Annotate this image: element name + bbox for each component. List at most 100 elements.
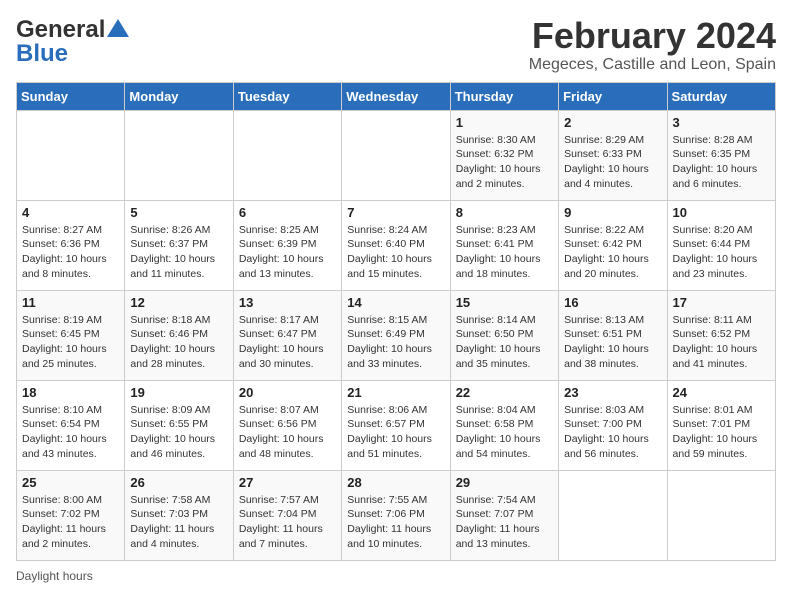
day-number: 25 bbox=[22, 475, 119, 490]
day-number: 22 bbox=[456, 385, 553, 400]
day-info: Sunrise: 8:04 AMSunset: 6:58 PMDaylight:… bbox=[456, 403, 553, 462]
calendar-cell: 12 Sunrise: 8:18 AMSunset: 6:46 PMDayligh… bbox=[125, 290, 233, 380]
calendar-cell: 6 Sunrise: 8:25 AMSunset: 6:39 PMDaylight… bbox=[233, 200, 341, 290]
calendar-cell: 15 Sunrise: 8:14 AMSunset: 6:50 PMDayligh… bbox=[450, 290, 558, 380]
calendar-cell bbox=[125, 110, 233, 200]
day-info: Sunrise: 8:07 AMSunset: 6:56 PMDaylight:… bbox=[239, 403, 336, 462]
day-number: 28 bbox=[347, 475, 444, 490]
day-info: Sunrise: 8:06 AMSunset: 6:57 PMDaylight:… bbox=[347, 403, 444, 462]
calendar-cell: 3Sunrise: 8:28 AMSunset: 6:35 PMDaylight… bbox=[667, 110, 775, 200]
day-info: Sunrise: 8:01 AMSunset: 7:01 PMDaylight:… bbox=[673, 403, 770, 462]
day-number: 5 bbox=[130, 205, 227, 220]
calendar-cell: 7Sunrise: 8:24 AMSunset: 6:40 PMDaylight… bbox=[342, 200, 450, 290]
page-subtitle: Megeces, Castille and Leon, Spain bbox=[529, 56, 776, 74]
day-number: 4 bbox=[22, 205, 119, 220]
calendar-cell: 24 Sunrise: 8:01 AMSunset: 7:01 PMDayligh… bbox=[667, 380, 775, 470]
day-number: 10 bbox=[673, 205, 770, 220]
day-info: Sunrise: 8:00 AMSunset: 7:02 PMDaylight:… bbox=[22, 493, 119, 552]
calendar-cell: 16 Sunrise: 8:13 AMSunset: 6:51 PMDayligh… bbox=[559, 290, 667, 380]
day-number: 17 bbox=[673, 295, 770, 310]
daylight-label: Daylight hours bbox=[16, 569, 93, 583]
day-info: Sunrise: 8:29 AMSunset: 6:33 PMDaylight:… bbox=[564, 133, 661, 192]
day-number: 12 bbox=[130, 295, 227, 310]
day-number: 23 bbox=[564, 385, 661, 400]
week-row-5: 25 Sunrise: 8:00 AMSunset: 7:02 PMDayligh… bbox=[17, 470, 776, 560]
calendar-cell: 14 Sunrise: 8:15 AMSunset: 6:49 PMDayligh… bbox=[342, 290, 450, 380]
day-number: 29 bbox=[456, 475, 553, 490]
day-info: Sunrise: 7:54 AMSunset: 7:07 PMDaylight:… bbox=[456, 493, 553, 552]
day-info: Sunrise: 8:27 AMSunset: 6:36 PMDaylight:… bbox=[22, 223, 119, 282]
calendar-cell: 17Sunrise: 8:11 AMSunset: 6:52 PMDayligh… bbox=[667, 290, 775, 380]
week-row-2: 4 Sunrise: 8:27 AMSunset: 6:36 PMDaylight… bbox=[17, 200, 776, 290]
day-number: 14 bbox=[347, 295, 444, 310]
day-number: 1 bbox=[456, 115, 553, 130]
page-header: General Blue February 2024 Megeces, Cast… bbox=[16, 16, 776, 74]
title-block: February 2024 Megeces, Castille and Leon… bbox=[529, 16, 776, 74]
calendar-cell: 2 Sunrise: 8:29 AMSunset: 6:33 PMDaylight… bbox=[559, 110, 667, 200]
col-header-thursday: Thursday bbox=[450, 82, 558, 110]
day-number: 8 bbox=[456, 205, 553, 220]
page-title: February 2024 bbox=[529, 16, 776, 56]
week-row-3: 11 Sunrise: 8:19 AMSunset: 6:45 PMDayligh… bbox=[17, 290, 776, 380]
day-number: 9 bbox=[564, 205, 661, 220]
day-number: 18 bbox=[22, 385, 119, 400]
footer: Daylight hours bbox=[16, 569, 776, 583]
logo-blue: Blue bbox=[16, 40, 68, 68]
calendar-cell: 29 Sunrise: 7:54 AMSunset: 7:07 PMDayligh… bbox=[450, 470, 558, 560]
calendar-table: SundayMondayTuesdayWednesdayThursdayFrid… bbox=[16, 82, 776, 561]
day-number: 7 bbox=[347, 205, 444, 220]
day-info: Sunrise: 8:15 AMSunset: 6:49 PMDaylight:… bbox=[347, 313, 444, 372]
day-info: Sunrise: 8:18 AMSunset: 6:46 PMDaylight:… bbox=[130, 313, 227, 372]
calendar-cell: 4 Sunrise: 8:27 AMSunset: 6:36 PMDaylight… bbox=[17, 200, 125, 290]
day-info: Sunrise: 8:20 AMSunset: 6:44 PMDaylight:… bbox=[673, 223, 770, 282]
calendar-cell: 19 Sunrise: 8:09 AMSunset: 6:55 PMDayligh… bbox=[125, 380, 233, 470]
day-info: Sunrise: 8:26 AMSunset: 6:37 PMDaylight:… bbox=[130, 223, 227, 282]
calendar-cell: 10 Sunrise: 8:20 AMSunset: 6:44 PMDayligh… bbox=[667, 200, 775, 290]
calendar-cell: 22 Sunrise: 8:04 AMSunset: 6:58 PMDayligh… bbox=[450, 380, 558, 470]
logo: General Blue bbox=[16, 16, 129, 68]
day-info: Sunrise: 8:09 AMSunset: 6:55 PMDaylight:… bbox=[130, 403, 227, 462]
calendar-cell: 8Sunrise: 8:23 AMSunset: 6:41 PMDaylight… bbox=[450, 200, 558, 290]
calendar-cell: 23 Sunrise: 8:03 AMSunset: 7:00 PMDayligh… bbox=[559, 380, 667, 470]
day-number: 6 bbox=[239, 205, 336, 220]
col-header-monday: Monday bbox=[125, 82, 233, 110]
day-number: 3 bbox=[673, 115, 770, 130]
calendar-cell bbox=[342, 110, 450, 200]
calendar-cell: 11 Sunrise: 8:19 AMSunset: 6:45 PMDayligh… bbox=[17, 290, 125, 380]
week-row-1: 1 Sunrise: 8:30 AMSunset: 6:32 PMDaylight… bbox=[17, 110, 776, 200]
calendar-cell: 21 Sunrise: 8:06 AMSunset: 6:57 PMDayligh… bbox=[342, 380, 450, 470]
day-info: Sunrise: 8:17 AMSunset: 6:47 PMDaylight:… bbox=[239, 313, 336, 372]
day-number: 26 bbox=[130, 475, 227, 490]
day-number: 11 bbox=[22, 295, 119, 310]
calendar-header-row: SundayMondayTuesdayWednesdayThursdayFrid… bbox=[17, 82, 776, 110]
col-header-tuesday: Tuesday bbox=[233, 82, 341, 110]
day-number: 24 bbox=[673, 385, 770, 400]
day-info: Sunrise: 8:25 AMSunset: 6:39 PMDaylight:… bbox=[239, 223, 336, 282]
week-row-4: 18 Sunrise: 8:10 AMSunset: 6:54 PMDayligh… bbox=[17, 380, 776, 470]
day-info: Sunrise: 8:03 AMSunset: 7:00 PMDaylight:… bbox=[564, 403, 661, 462]
calendar-cell: 20 Sunrise: 8:07 AMSunset: 6:56 PMDayligh… bbox=[233, 380, 341, 470]
calendar-cell: 1 Sunrise: 8:30 AMSunset: 6:32 PMDaylight… bbox=[450, 110, 558, 200]
day-info: Sunrise: 7:57 AMSunset: 7:04 PMDaylight:… bbox=[239, 493, 336, 552]
day-number: 16 bbox=[564, 295, 661, 310]
calendar-cell: 18 Sunrise: 8:10 AMSunset: 6:54 PMDayligh… bbox=[17, 380, 125, 470]
calendar-cell: 25 Sunrise: 8:00 AMSunset: 7:02 PMDayligh… bbox=[17, 470, 125, 560]
day-info: Sunrise: 8:19 AMSunset: 6:45 PMDaylight:… bbox=[22, 313, 119, 372]
day-info: Sunrise: 8:30 AMSunset: 6:32 PMDaylight:… bbox=[456, 133, 553, 192]
calendar-cell: 28Sunrise: 7:55 AMSunset: 7:06 PMDayligh… bbox=[342, 470, 450, 560]
calendar-cell bbox=[559, 470, 667, 560]
day-number: 27 bbox=[239, 475, 336, 490]
day-number: 21 bbox=[347, 385, 444, 400]
day-number: 2 bbox=[564, 115, 661, 130]
calendar-cell: 5 Sunrise: 8:26 AMSunset: 6:37 PMDaylight… bbox=[125, 200, 233, 290]
col-header-wednesday: Wednesday bbox=[342, 82, 450, 110]
day-info: Sunrise: 8:13 AMSunset: 6:51 PMDaylight:… bbox=[564, 313, 661, 372]
day-info: Sunrise: 7:58 AMSunset: 7:03 PMDaylight:… bbox=[130, 493, 227, 552]
day-info: Sunrise: 8:14 AMSunset: 6:50 PMDaylight:… bbox=[456, 313, 553, 372]
day-number: 19 bbox=[130, 385, 227, 400]
day-number: 20 bbox=[239, 385, 336, 400]
day-number: 15 bbox=[456, 295, 553, 310]
calendar-cell: 26 Sunrise: 7:58 AMSunset: 7:03 PMDayligh… bbox=[125, 470, 233, 560]
day-info: Sunrise: 8:10 AMSunset: 6:54 PMDaylight:… bbox=[22, 403, 119, 462]
calendar-cell bbox=[233, 110, 341, 200]
